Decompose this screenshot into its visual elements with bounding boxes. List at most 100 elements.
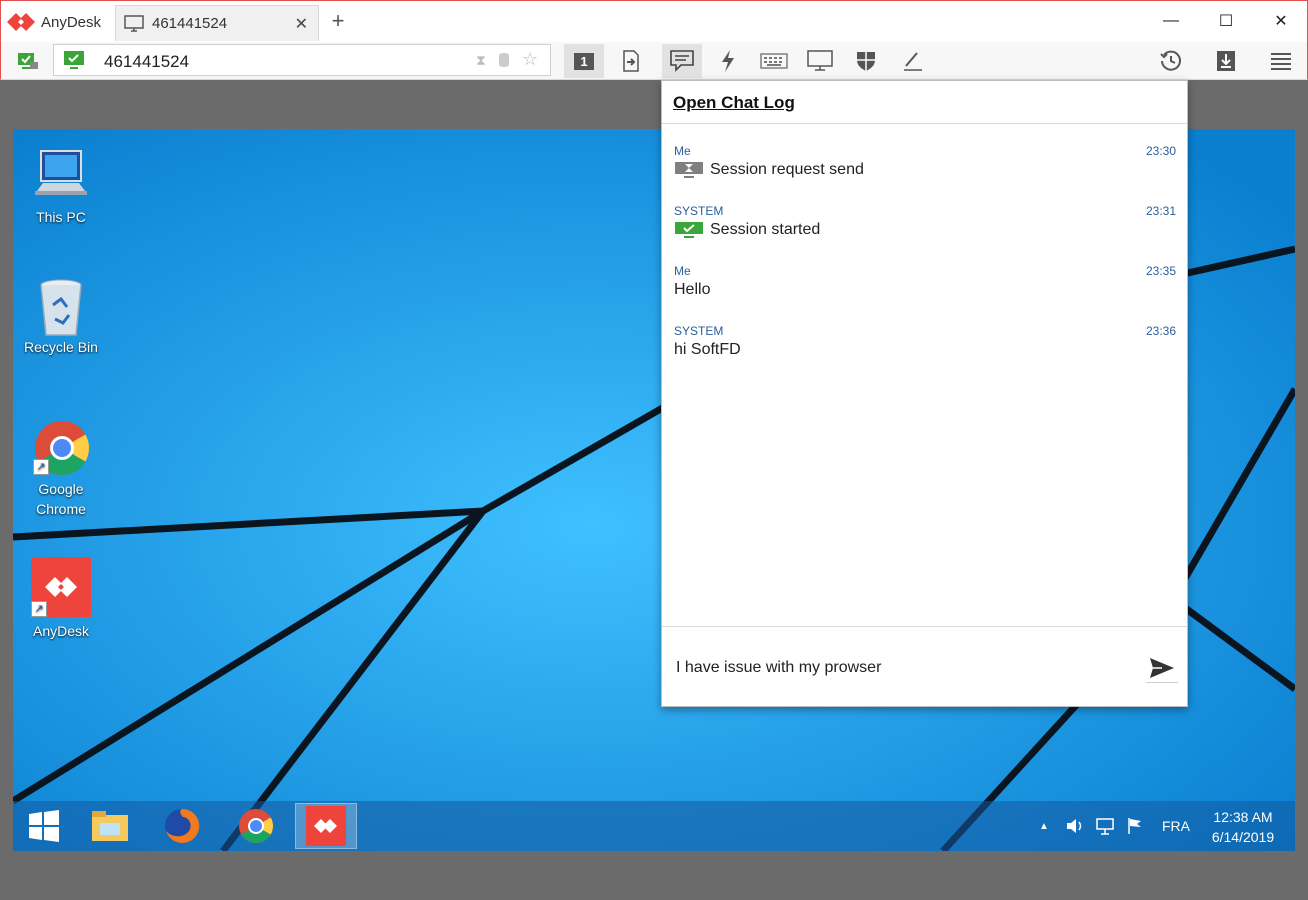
firefox-icon bbox=[165, 808, 200, 843]
menu-button[interactable] bbox=[1261, 44, 1301, 78]
session-tab[interactable]: 461441524 ✕ bbox=[115, 5, 319, 41]
actions-button[interactable] bbox=[708, 44, 748, 78]
favorite-star-icon[interactable]: ☆ bbox=[522, 49, 538, 70]
system-clock[interactable]: 12:38 AM 6/14/2019 bbox=[1203, 807, 1283, 847]
message-time: 23:36 bbox=[1145, 324, 1176, 338]
new-tab-button[interactable]: + bbox=[327, 9, 349, 33]
input-language[interactable]: FRA bbox=[1159, 801, 1193, 851]
maximize-button[interactable]: ☐ bbox=[1206, 7, 1246, 35]
desktop-icon-anydesk[interactable]: ↗ AnyDesk bbox=[13, 557, 109, 641]
display-icon bbox=[807, 50, 833, 71]
install-button[interactable] bbox=[1206, 44, 1246, 78]
chat-message: SYSTEM 23:31 Session started bbox=[674, 204, 1176, 239]
tab-close-icon[interactable]: ✕ bbox=[295, 14, 308, 34]
windows-logo-icon bbox=[29, 810, 59, 842]
monitor-icon bbox=[124, 14, 144, 32]
keyboard-button[interactable] bbox=[754, 44, 794, 78]
network-icon[interactable] bbox=[1093, 801, 1117, 851]
viewer-background bbox=[0, 851, 1308, 900]
desktop-icon-label: Recycle Bin bbox=[24, 339, 98, 355]
chat-button[interactable] bbox=[662, 44, 702, 78]
message-sender: SYSTEM bbox=[674, 204, 724, 218]
toolbar: 461441524 ⧗ ☆ 1 bbox=[0, 42, 1308, 80]
chat-message: Me 23:30 Session request send bbox=[674, 144, 1176, 179]
desktop-icon-google-chrome[interactable]: ↗ Google Chrome bbox=[13, 419, 109, 519]
chat-message: SYSTEM 23:36 hi SoftFD bbox=[674, 324, 1176, 359]
chat-message-input[interactable] bbox=[676, 653, 1136, 683]
permissions-button[interactable] bbox=[846, 44, 886, 78]
monitor-number: 1 bbox=[574, 52, 594, 70]
recycle-bin-icon bbox=[33, 277, 89, 336]
lightning-icon bbox=[722, 50, 734, 72]
verified-monitor-icon bbox=[62, 50, 86, 75]
minimize-button[interactable]: — bbox=[1151, 7, 1191, 35]
file-transfer-icon bbox=[623, 50, 639, 72]
pen-icon bbox=[904, 52, 922, 71]
download-icon bbox=[1217, 51, 1235, 71]
app-name: AnyDesk bbox=[41, 13, 102, 31]
anydesk-logo-icon bbox=[7, 13, 35, 31]
send-button[interactable] bbox=[1146, 653, 1178, 683]
computer-icon bbox=[33, 147, 89, 203]
taskbar: ▲ FRA 12:38 AM 6/14/2019 bbox=[13, 801, 1295, 851]
monitor-select-button[interactable]: 1 bbox=[564, 44, 604, 78]
chat-composer bbox=[662, 626, 1187, 706]
message-sender: SYSTEM bbox=[674, 324, 724, 338]
anydesk-icon: ↗ bbox=[31, 557, 91, 617]
hourglass-icon: ⧗ bbox=[476, 52, 486, 68]
monitor-check-icon bbox=[675, 222, 703, 238]
message-time: 23:30 bbox=[1145, 144, 1176, 158]
taskbar-file-explorer[interactable] bbox=[79, 803, 141, 849]
anydesk-icon bbox=[306, 806, 346, 846]
message-sender: Me bbox=[674, 264, 691, 278]
message-body: hi SoftFD bbox=[674, 341, 1176, 359]
action-center-flag-icon[interactable] bbox=[1123, 801, 1147, 851]
hourglass-icon bbox=[675, 162, 703, 178]
open-chat-log-link[interactable]: Open Chat Log bbox=[673, 93, 795, 112]
address-bar[interactable]: 461441524 ⧗ ☆ bbox=[53, 44, 551, 76]
desktop-icon-recycle-bin[interactable]: Recycle Bin bbox=[13, 277, 109, 357]
display-button[interactable] bbox=[800, 44, 840, 78]
app-logo[interactable]: AnyDesk bbox=[7, 9, 111, 35]
maximize-icon: ☐ bbox=[1218, 13, 1234, 30]
history-icon bbox=[1160, 50, 1181, 71]
desktop-icon-label: AnyDesk bbox=[32, 623, 90, 639]
history-button[interactable] bbox=[1151, 44, 1191, 78]
address-value[interactable]: 461441524 bbox=[104, 52, 189, 72]
start-button[interactable] bbox=[13, 803, 75, 849]
whiteboard-button[interactable] bbox=[893, 44, 933, 78]
taskbar-firefox[interactable] bbox=[151, 803, 213, 849]
folder-icon bbox=[92, 811, 128, 841]
volume-icon[interactable] bbox=[1063, 801, 1087, 851]
desktop-icon-label: Google Chrome bbox=[36, 481, 86, 517]
chrome-icon bbox=[239, 809, 273, 843]
minimize-icon: — bbox=[1163, 12, 1179, 29]
message-body: Hello bbox=[674, 281, 1176, 299]
message-time: 23:35 bbox=[1145, 264, 1176, 278]
message-time: 23:31 bbox=[1145, 204, 1176, 218]
hamburger-menu-icon bbox=[1271, 53, 1291, 70]
message-text: hi SoftFD bbox=[674, 341, 741, 358]
chat-icon bbox=[670, 50, 694, 72]
title-bar: AnyDesk 461441524 ✕ + — ☐ ✕ bbox=[0, 0, 1308, 42]
message-body: Session started bbox=[674, 221, 1176, 239]
taskbar-anydesk[interactable] bbox=[295, 803, 357, 849]
file-transfer-button[interactable] bbox=[611, 44, 651, 78]
connection-status-icon[interactable] bbox=[13, 46, 43, 76]
message-text: Session started bbox=[710, 221, 821, 238]
show-hidden-icons-button[interactable]: ▲ bbox=[1035, 801, 1053, 851]
chat-header: Open Chat Log bbox=[662, 81, 1187, 124]
chat-panel: Open Chat Log Me 23:30 Session request s… bbox=[661, 80, 1188, 707]
message-sender: Me bbox=[674, 144, 691, 158]
message-body: Session request send bbox=[674, 161, 1176, 179]
message-text: Session request send bbox=[710, 161, 864, 178]
keyboard-icon bbox=[760, 53, 788, 69]
close-button[interactable]: ✕ bbox=[1261, 7, 1301, 35]
clock-time: 12:38 AM bbox=[1213, 809, 1273, 825]
send-icon bbox=[1150, 657, 1174, 678]
message-text: Hello bbox=[674, 281, 711, 298]
taskbar-chrome[interactable] bbox=[225, 803, 287, 849]
desktop-icon-this-pc[interactable]: This PC bbox=[13, 147, 109, 227]
shortcut-arrow-icon: ↗ bbox=[33, 459, 49, 475]
shield-icon bbox=[857, 52, 875, 71]
